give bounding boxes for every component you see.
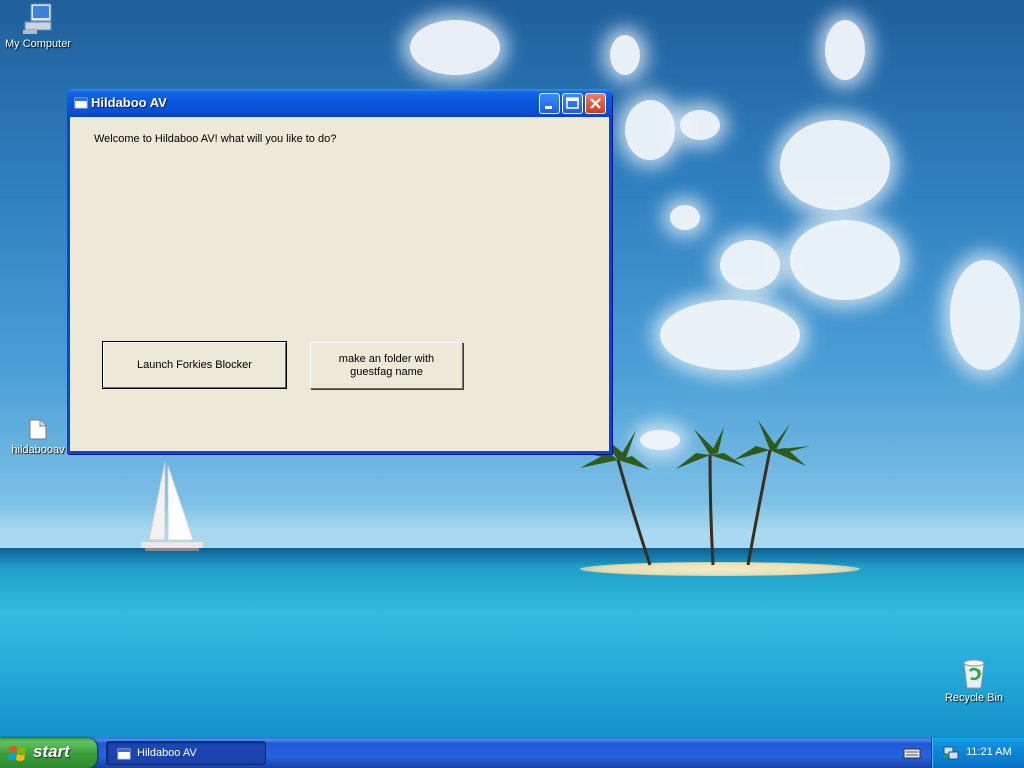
sailboat bbox=[141, 461, 203, 551]
app-window-icon bbox=[74, 97, 88, 109]
welcome-label: Welcome to Hildaboo AV! what will you li… bbox=[94, 133, 337, 145]
keyboard-icon[interactable] bbox=[903, 746, 921, 760]
cloud bbox=[670, 205, 700, 230]
maximize-button[interactable] bbox=[562, 93, 583, 114]
start-label: start bbox=[33, 742, 70, 761]
app-window: Hildaboo AV Welcome to Hildaboo AV! what… bbox=[67, 89, 612, 454]
minimize-icon bbox=[545, 106, 552, 109]
recycle-bin-icon bbox=[963, 659, 985, 689]
desktop-icon-my-computer[interactable]: My Computer bbox=[0, 2, 76, 50]
network-icon[interactable] bbox=[942, 745, 960, 761]
windows-logo-icon bbox=[8, 746, 26, 761]
cloud bbox=[790, 220, 900, 300]
desktop-icon-recycle-bin[interactable]: Recycle Bin bbox=[936, 656, 1012, 704]
maximize-icon bbox=[566, 97, 579, 109]
cloud bbox=[410, 20, 500, 75]
cloud bbox=[610, 35, 640, 75]
cloud bbox=[780, 120, 890, 210]
close-button[interactable] bbox=[585, 93, 606, 114]
desktop-icon-label: Recycle Bin bbox=[944, 692, 1004, 704]
cloud bbox=[680, 110, 720, 140]
title-bar[interactable]: Hildaboo AV bbox=[67, 89, 612, 117]
start-button[interactable]: start bbox=[0, 738, 97, 768]
cloud bbox=[825, 20, 865, 80]
desktop-icon-label: hildabooav bbox=[11, 444, 65, 456]
window-title: Hildaboo AV bbox=[91, 95, 167, 110]
my-computer-icon bbox=[23, 3, 52, 34]
cloud bbox=[660, 300, 800, 370]
window-client-area: Welcome to Hildaboo AV! what will you li… bbox=[70, 117, 609, 451]
minimize-button[interactable] bbox=[539, 93, 560, 114]
desktop-icon-label: My Computer bbox=[4, 38, 72, 50]
app-window-icon bbox=[117, 748, 131, 760]
folder-icon bbox=[29, 419, 47, 440]
taskbar: start Hildaboo AV 11:21 AM bbox=[0, 738, 1024, 768]
clock[interactable]: 11:21 AM bbox=[966, 746, 1012, 758]
cloud bbox=[720, 240, 780, 290]
launch-forkies-blocker-button[interactable]: Launch Forkies Blocker bbox=[102, 341, 287, 389]
taskbar-item-label: Hildaboo AV bbox=[137, 747, 197, 759]
make-folder-button[interactable]: make an folder with guestfag name bbox=[310, 342, 463, 389]
cloud bbox=[950, 260, 1020, 370]
sea bbox=[0, 548, 1024, 738]
button-label: Launch Forkies Blocker bbox=[137, 358, 252, 371]
button-label: make an folder with guestfag name bbox=[338, 352, 435, 378]
desktop-icon-hildabooav[interactable]: hildabooav bbox=[0, 416, 76, 456]
system-tray: 11:21 AM bbox=[931, 738, 1024, 768]
taskbar-item-hildaboo-av[interactable]: Hildaboo AV bbox=[106, 741, 266, 765]
cloud bbox=[625, 100, 675, 160]
close-icon bbox=[590, 98, 601, 109]
